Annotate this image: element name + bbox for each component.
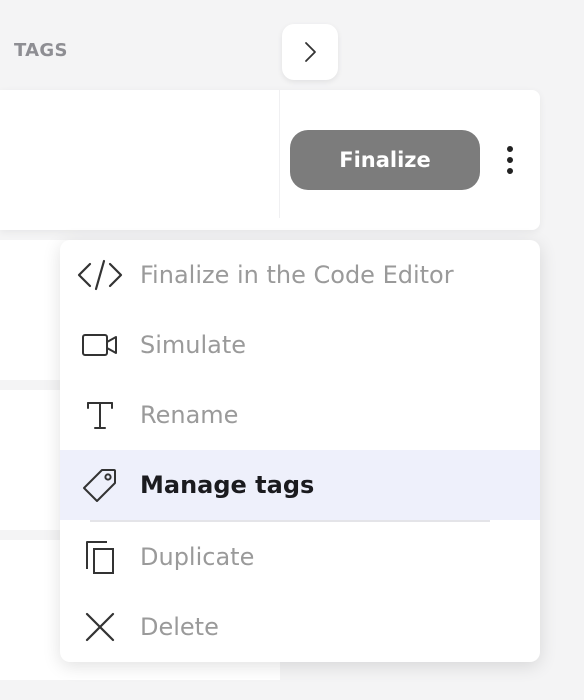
project-row: Finalize	[0, 90, 540, 230]
menu-item-label: Finalize in the Code Editor	[140, 261, 454, 289]
tag-icon	[60, 450, 140, 520]
finalize-button[interactable]: Finalize	[290, 130, 480, 190]
menu-item-label: Manage tags	[140, 471, 315, 499]
row-divider	[279, 90, 280, 218]
menu-item-label: Simulate	[140, 331, 247, 359]
chevron-right-icon	[305, 42, 316, 62]
text-icon	[60, 380, 140, 450]
tags-column-header: TAGS	[14, 40, 68, 61]
menu-item-manage-tags[interactable]: Manage tags	[60, 450, 540, 520]
more-options-button[interactable]	[498, 140, 522, 180]
menu-item-label: Delete	[140, 613, 219, 641]
kebab-menu-icon	[507, 146, 513, 152]
menu-item-label: Duplicate	[140, 543, 255, 571]
row-options-menu: Finalize in the Code Editor Simulate Ren…	[60, 240, 540, 662]
menu-item-rename[interactable]: Rename	[60, 380, 540, 450]
menu-item-duplicate[interactable]: Duplicate	[60, 522, 540, 592]
code-icon	[60, 240, 140, 310]
close-icon	[60, 592, 140, 662]
menu-item-finalize-code-editor[interactable]: Finalize in the Code Editor	[60, 240, 540, 310]
next-column-button[interactable]	[282, 24, 338, 80]
menu-item-delete[interactable]: Delete	[60, 592, 540, 662]
copy-icon	[60, 522, 140, 592]
menu-item-label: Rename	[140, 401, 239, 429]
video-camera-icon	[60, 310, 140, 380]
menu-item-simulate[interactable]: Simulate	[60, 310, 540, 380]
